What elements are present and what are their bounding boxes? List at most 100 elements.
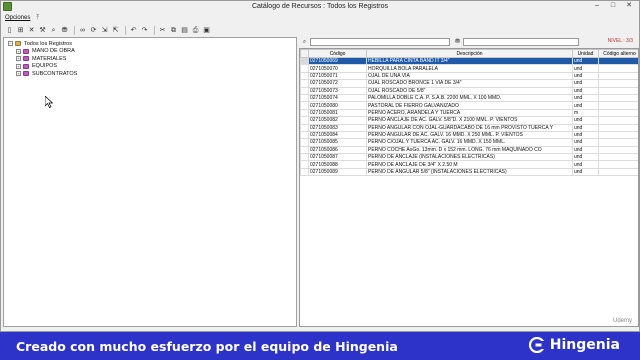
row-header-cell[interactable] (300, 64, 309, 73)
cell-descripcion[interactable]: HORQUILLA BOLA PARALELA (366, 64, 573, 73)
expand-icon[interactable]: + (16, 63, 21, 69)
cell-unidad[interactable]: und (572, 79, 599, 88)
cell-descripcion[interactable]: PERNO ANCLAJE DE AC. GALV. 5/8"D. X 2100… (366, 116, 573, 125)
collapse-icon[interactable]: − (8, 41, 13, 47)
row-header-cell[interactable] (300, 123, 309, 132)
tree-root[interactable]: − Todos los Registros (8, 40, 296, 48)
cell-descripcion[interactable]: PERNO DE ANCLAJE DE 3/4" X 2.50 M (366, 160, 573, 169)
filter-icon[interactable]: ⛃ (453, 38, 462, 46)
cell-codigo[interactable]: 0271050071 (308, 71, 367, 81)
cell-unidad[interactable]: und (572, 167, 599, 177)
table-row[interactable]: 0271050072 OJAL ROSCADO BRONCE 1 VIA DE 3… (300, 79, 638, 88)
minimize-button[interactable]: – (589, 1, 605, 11)
column-header-codigo-alterno[interactable]: Código alterno (598, 49, 638, 58)
cell-descripcion[interactable]: OJAL DE UNA VIA (366, 71, 573, 81)
cell-codigo-alterno[interactable] (598, 123, 638, 132)
search-code-input[interactable] (310, 38, 450, 46)
refresh-icon[interactable]: ⟳ (89, 26, 98, 35)
cell-codigo-alterno[interactable] (598, 86, 638, 95)
row-header-cell[interactable] (300, 79, 309, 88)
table-row[interactable]: 0271050071 OJAL DE UNA VIA und (300, 71, 638, 81)
row-header-cell[interactable] (300, 153, 309, 162)
cell-descripcion[interactable]: PERNO DE ANGULAR 5/8" (INSTALACIONES ELE… (366, 167, 573, 177)
cell-unidad[interactable]: und (572, 138, 599, 147)
cell-descripcion[interactable]: HEBILLA PARA CINTA BAND IT 3/4" (366, 56, 573, 66)
row-header-cell[interactable] (300, 145, 309, 155)
cell-unidad[interactable]: und (572, 123, 599, 132)
find-icon[interactable]: ⌕ (49, 26, 58, 35)
row-header-cell[interactable] (300, 101, 309, 110)
expand-icon[interactable]: + (16, 48, 21, 54)
cell-codigo[interactable]: 0271050082 (308, 116, 367, 125)
table-row[interactable]: 0271050080 PASTORAL DE FIERRO GALVANIZADO… (300, 101, 638, 110)
row-header-cell[interactable] (300, 93, 309, 103)
table-row[interactable]: 0271050089 PERNO DE ANGULAR 5/8" (INSTALA… (300, 167, 638, 177)
table-row[interactable]: 0271050082 PERNO ANCLAJE DE AC. GALV. 5/8… (300, 116, 638, 125)
cell-descripcion[interactable]: PERNO DE ANCLAJE (INSTALACIONES ELECTRIC… (366, 153, 573, 162)
cell-codigo-alterno[interactable] (598, 130, 638, 140)
cell-codigo-alterno[interactable] (598, 93, 638, 103)
cell-codigo[interactable]: 0271050072 (308, 79, 367, 88)
maximize-button[interactable]: □ (605, 1, 621, 11)
table-row[interactable]: 0271050087 PERNO DE ANCLAJE (INSTALACIONE… (300, 153, 638, 162)
filter-icon[interactable]: ⛃ (60, 26, 69, 35)
cell-descripcion[interactable]: OJAL ROSCADO DE 5/8" (366, 86, 573, 95)
column-header-unidad[interactable]: Unidad (572, 49, 599, 58)
cell-unidad[interactable]: m (572, 108, 599, 118)
copy-icon[interactable]: ⧉ (169, 26, 178, 35)
tree-item-materiales[interactable]: + MATERIALES (8, 55, 296, 63)
expand-icon[interactable]: + (16, 56, 21, 62)
cell-codigo[interactable]: 0271050069 (308, 56, 367, 66)
search-description-input[interactable] (463, 38, 579, 46)
cell-unidad[interactable]: und (572, 56, 599, 66)
cell-codigo-alterno[interactable] (598, 167, 638, 177)
table-row[interactable]: 0271050070 HORQUILLA BOLA PARALELA und (300, 64, 638, 73)
binoculars-icon[interactable]: ∞ (78, 26, 87, 35)
cell-codigo-alterno[interactable] (598, 116, 638, 125)
cell-descripcion[interactable]: PERNO ACERO, ARANDELA Y TUERCA (366, 108, 573, 118)
column-header-descripcion[interactable]: Descripción (366, 49, 573, 58)
table-row[interactable]: 0271050085 PERNO C/OJAL Y TUERCA AC. GALV… (300, 138, 638, 147)
delete-icon[interactable]: ✕ (27, 26, 36, 35)
cell-unidad[interactable]: und (572, 130, 599, 140)
cell-codigo-alterno[interactable] (598, 160, 638, 169)
paste-icon[interactable]: ▤ (180, 26, 189, 35)
cell-descripcion[interactable]: PERNO ANGULAR CON OJAL-GUARDACABO DE 16 … (366, 123, 573, 132)
cell-descripcion[interactable]: PERNO ANGULAR DE AC. GALV. 16 MMD. X 250… (366, 130, 573, 140)
row-header-cell[interactable] (300, 130, 309, 140)
cell-codigo-alterno[interactable] (598, 145, 638, 155)
menu-opciones[interactable]: Opciones (5, 15, 30, 21)
row-header-cell[interactable] (300, 167, 309, 177)
cell-unidad[interactable]: und (572, 101, 599, 110)
search-icon[interactable]: ⌕ (300, 38, 309, 46)
row-header-cell[interactable] (300, 71, 309, 81)
cell-codigo[interactable]: 0271050086 (308, 145, 367, 155)
cell-codigo[interactable]: 0271050083 (308, 123, 367, 132)
cell-descripcion[interactable]: PERNO C/OJAL Y TUERCA AC. GALV. 16 MMD. … (366, 138, 573, 147)
cell-unidad[interactable]: und (572, 160, 599, 169)
redo-icon[interactable]: ↷ (140, 26, 149, 35)
new-icon[interactable]: ▯ (5, 26, 14, 35)
tree-item-equipos[interactable]: + EQUIPOS (8, 63, 296, 71)
row-header-cell[interactable] (300, 56, 309, 66)
cell-codigo[interactable]: 0271050087 (308, 153, 367, 162)
cell-codigo[interactable]: 0271050070 (308, 64, 367, 73)
cell-codigo-alterno[interactable] (598, 64, 638, 73)
cell-codigo[interactable]: 0271050074 (308, 93, 367, 103)
table-row[interactable]: 0271050069 HEBILLA PARA CINTA BAND IT 3/4… (300, 56, 638, 66)
cell-codigo-alterno[interactable] (598, 71, 638, 81)
add-icon[interactable]: ⊞ (16, 26, 25, 35)
row-header-cell[interactable] (300, 116, 309, 125)
pin-icon[interactable]: ⤒ (36, 15, 39, 22)
cell-codigo-alterno[interactable] (598, 108, 638, 118)
table-row[interactable]: 0271050088 PERNO DE ANCLAJE DE 3/4" X 2.5… (300, 160, 638, 169)
import-icon[interactable]: ⇱ (111, 26, 120, 35)
table-row[interactable]: 0271050073 OJAL ROSCADO DE 5/8" und (300, 86, 638, 95)
cell-codigo-alterno[interactable] (598, 79, 638, 88)
undo-icon[interactable]: ↶ (129, 26, 138, 35)
row-header-cell[interactable] (300, 86, 309, 95)
cell-descripcion[interactable]: OJAL ROSCADO BRONCE 1 VIA DE 3/4" (366, 79, 573, 88)
close-button[interactable]: ✕ (621, 1, 637, 11)
cell-codigo[interactable]: 0271050088 (308, 160, 367, 169)
cell-codigo[interactable]: 0271050084 (308, 130, 367, 140)
